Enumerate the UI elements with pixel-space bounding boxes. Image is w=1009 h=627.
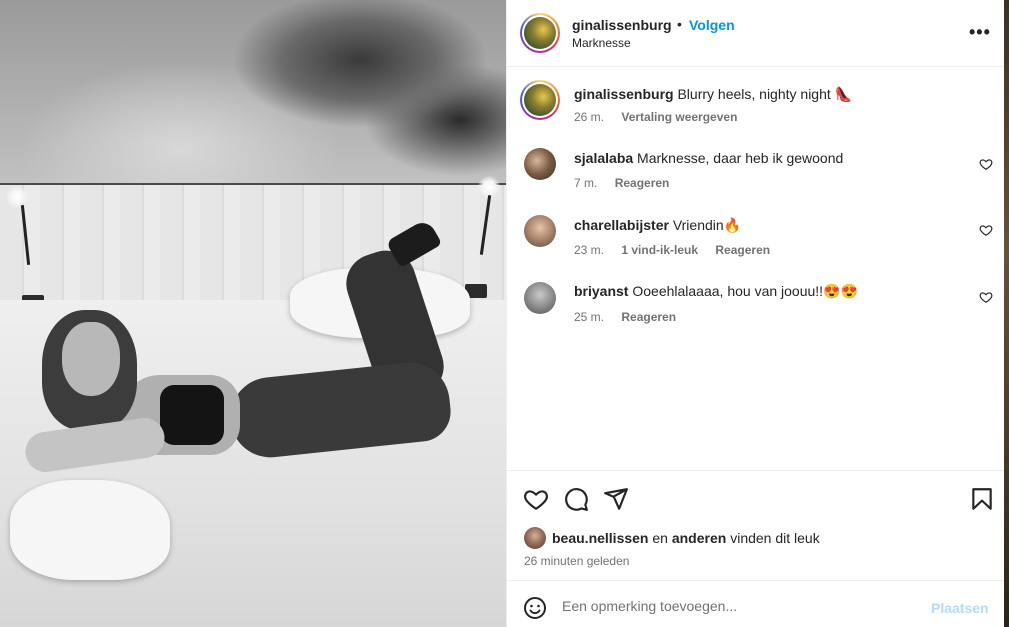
liker-avatar[interactable] — [524, 527, 546, 549]
likes-connector: en — [652, 530, 668, 546]
photo-pillow — [10, 480, 170, 580]
comment-time[interactable]: 7 m. — [574, 176, 597, 190]
post-comment-button[interactable]: Plaatsen — [931, 600, 989, 616]
comment-meta: 25 m. Reageren — [574, 310, 690, 324]
likes-others-link[interactable]: anderen — [672, 530, 726, 546]
comment-username[interactable]: briyanst — [574, 283, 628, 299]
translate-button[interactable]: Vertaling weergeven — [621, 110, 737, 124]
comment-body: Marknesse, daar heb ik gewoond — [637, 150, 844, 166]
comment-username[interactable]: charellabijster — [574, 217, 669, 233]
heart-icon[interactable] — [523, 486, 549, 512]
photo-lamp-left — [6, 186, 28, 208]
comment-heart-icon[interactable] — [979, 157, 993, 171]
post-actions: beau.nellissen en anderen vinden dit leu… — [507, 470, 1005, 580]
post-header: ginalissenburg • Volgen Marknesse ••• — [507, 0, 1005, 67]
caption-meta: 26 m. Vertaling weergeven — [574, 110, 751, 124]
comment-avatar[interactable] — [524, 148, 556, 180]
caption-time[interactable]: 26 m. — [574, 110, 604, 124]
likes-suffix: vinden dit leuk — [730, 530, 820, 546]
reply-button[interactable]: Reageren — [615, 176, 670, 190]
comment-text: sjalalaba Marknesse, daar heb ik gewoond — [574, 149, 843, 167]
caption-text: ginalissenburg Blurry heels, nighty nigh… — [574, 85, 852, 103]
background-edge — [1004, 0, 1009, 627]
comment-username[interactable]: sjalalaba — [574, 150, 633, 166]
smiley-icon[interactable] — [523, 596, 547, 620]
author-avatar[interactable] — [520, 13, 560, 53]
comment-meta: 23 m. 1 vind-ik-leuk Reageren — [574, 243, 784, 257]
comment-text: charellabijster Vriendin🔥 — [574, 216, 741, 234]
photo-face — [62, 322, 120, 396]
photo-top — [160, 385, 224, 445]
separator-dot: • — [677, 16, 682, 32]
comment-heart-icon[interactable] — [979, 223, 993, 237]
comment-avatar[interactable] — [524, 282, 556, 314]
likes-summary: beau.nellissen en anderen vinden dit leu… — [552, 530, 820, 546]
follow-button[interactable]: Volgen — [689, 17, 735, 33]
more-options-icon[interactable]: ••• — [969, 22, 991, 43]
bookmark-icon[interactable] — [969, 486, 995, 512]
liker-username[interactable]: beau.nellissen — [552, 530, 648, 546]
author-username[interactable]: ginalissenburg — [572, 17, 672, 33]
caption-body: Blurry heels, nighty night 👠 — [677, 86, 853, 102]
post-location[interactable]: Marknesse — [572, 36, 631, 50]
comment-like-count[interactable]: 1 vind-ik-leuk — [621, 243, 698, 257]
photo-wall — [0, 0, 506, 200]
post-timestamp[interactable]: 26 minuten geleden — [524, 554, 629, 568]
caption-avatar[interactable] — [520, 80, 560, 120]
comment-text: briyanst Ooeehlalaaaa, hou van joouu!!😍😍 — [574, 282, 858, 300]
comment-meta: 7 m. Reageren — [574, 176, 683, 190]
comment-composer: Plaatsen — [507, 580, 1005, 627]
caption-username[interactable]: ginalissenburg — [574, 86, 674, 102]
send-icon[interactable] — [603, 486, 629, 512]
post-photo[interactable] — [0, 0, 506, 627]
comment-input[interactable] — [562, 591, 912, 621]
comment-icon[interactable] — [563, 486, 589, 512]
comment-body: Ooeehlalaaaa, hou van joouu!!😍😍 — [632, 283, 858, 299]
post-side-panel: ginalissenburg • Volgen Marknesse ••• gi… — [506, 0, 1005, 627]
reply-button[interactable]: Reageren — [621, 310, 676, 324]
comment-avatar[interactable] — [524, 215, 556, 247]
comment-heart-icon[interactable] — [979, 290, 993, 304]
comment-body: Vriendin🔥 — [672, 217, 742, 233]
comment-time[interactable]: 25 m. — [574, 310, 604, 324]
comment-time[interactable]: 23 m. — [574, 243, 604, 257]
reply-button[interactable]: Reageren — [715, 243, 770, 257]
